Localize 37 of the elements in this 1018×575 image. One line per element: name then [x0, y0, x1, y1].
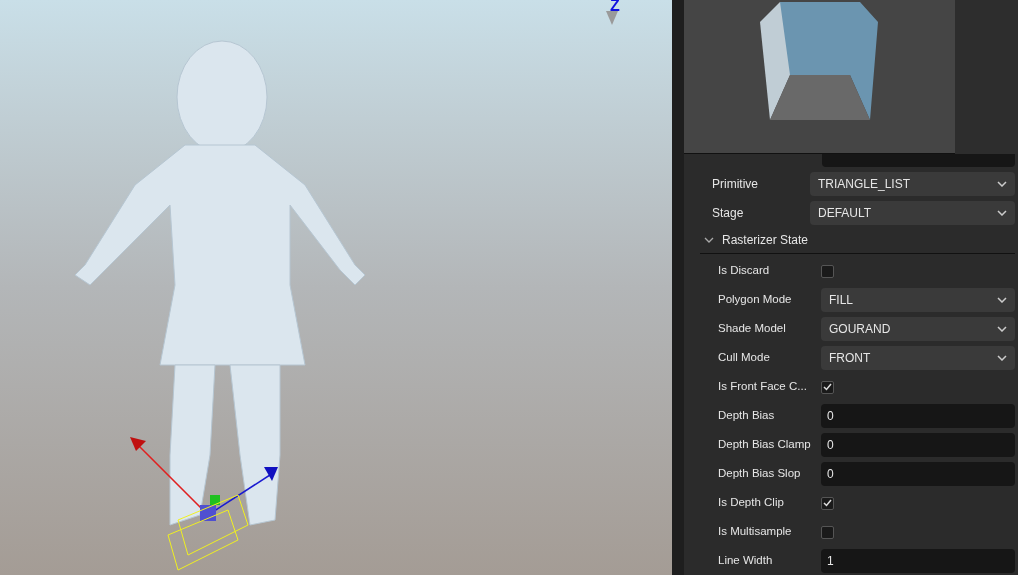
chevron-icon [704, 236, 714, 243]
property-label: Primitive [711, 176, 759, 193]
dropdown[interactable]: FILL [821, 288, 1015, 312]
input-field[interactable]: 0 [821, 433, 1015, 457]
cone-icon [605, 10, 619, 26]
chevron-down-icon [997, 297, 1007, 303]
dropdown[interactable]: FRONT [821, 346, 1015, 370]
property-label: Depth Bias Slop [717, 466, 802, 482]
dropdown[interactable]: TRIANGLE_LIST [810, 172, 1015, 196]
input-field[interactable]: 1 [821, 549, 1015, 573]
property-label: Stage [711, 205, 745, 222]
dropdown[interactable]: GOURAND [821, 317, 1015, 341]
checkbox[interactable] [821, 380, 834, 394]
axis-label: Z [610, 0, 620, 16]
section-header[interactable]: Rasterizer State [700, 226, 1015, 254]
viewport[interactable]: Z [0, 0, 672, 575]
checkbox[interactable] [821, 264, 834, 278]
property-label: Is Multisample [717, 524, 793, 540]
chevron-down-icon [997, 355, 1007, 361]
property-label: Is Depth Clip [717, 495, 785, 511]
property-label: Polygon Mode [717, 292, 793, 308]
input-field[interactable]: 0 [821, 404, 1015, 428]
chevron-down-icon [997, 181, 1007, 187]
property-label: Depth Bias [717, 408, 776, 424]
property-label: Line Width [717, 553, 774, 569]
property-label: Is Front Face C... [717, 379, 808, 395]
checkbox[interactable] [821, 525, 834, 539]
property-label: Cull Mode [717, 350, 771, 366]
property-label: Is Discard [717, 263, 771, 279]
property-label: Shade Model [717, 321, 787, 337]
checkbox[interactable] [821, 496, 834, 510]
input-field[interactable] [822, 154, 1015, 167]
input-field[interactable]: 0 [821, 462, 1015, 486]
property-label: Depth Bias Clamp [717, 437, 812, 453]
chevron-down-icon [997, 210, 1007, 216]
dropdown[interactable]: DEFAULT [810, 201, 1015, 225]
chevron-down-icon [997, 326, 1007, 332]
